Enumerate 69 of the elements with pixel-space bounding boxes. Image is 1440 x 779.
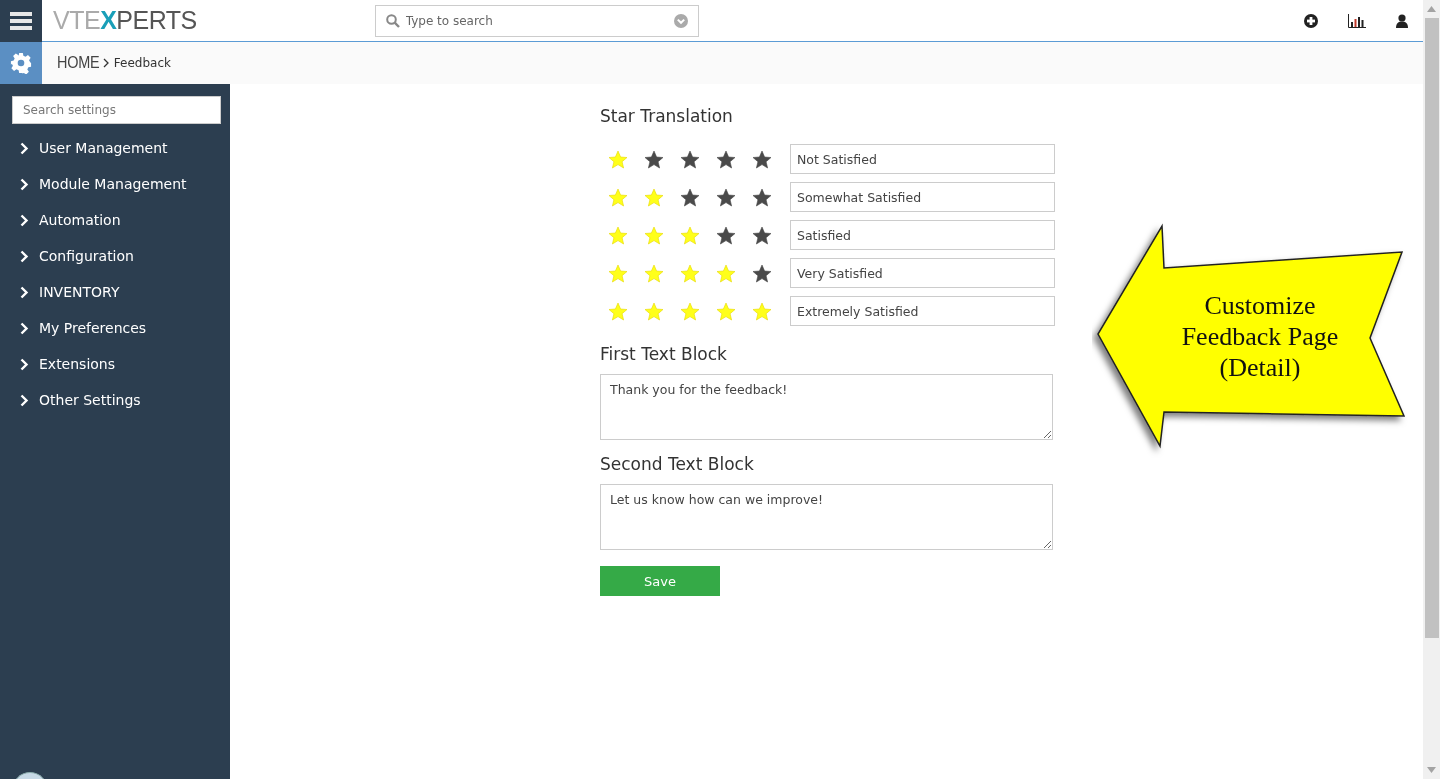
star-icon	[752, 149, 772, 169]
menu-button[interactable]	[0, 0, 42, 42]
star-icon	[644, 225, 664, 245]
star-icon	[680, 301, 700, 321]
star-icon	[716, 187, 736, 207]
text-field[interactable]: Satisfied	[790, 220, 1055, 250]
chevron-icon	[20, 357, 29, 371]
user-icon[interactable]	[1396, 13, 1408, 28]
chevron-icon	[20, 285, 29, 299]
chevron-icon	[20, 393, 29, 407]
callout-text: Customize Feedback Page (Detail)	[1180, 290, 1340, 383]
logo[interactable]: VTEXPERTS	[53, 8, 197, 33]
star-icon	[680, 149, 700, 169]
sidebar-item[interactable]: Configuration	[0, 238, 230, 274]
search-icon	[385, 13, 400, 28]
chevron-icon	[102, 58, 110, 68]
star-icon	[752, 225, 772, 245]
add-icon[interactable]	[1304, 13, 1318, 28]
star-icon	[680, 263, 700, 283]
chevron-icon	[20, 141, 29, 155]
chevron-icon	[20, 213, 29, 227]
dropdown-icon[interactable]	[673, 13, 688, 28]
scroll-up-icon[interactable]	[1427, 6, 1436, 12]
star-icon	[680, 187, 700, 207]
star-icon	[608, 187, 628, 207]
section-title: First Text Block	[600, 344, 728, 364]
star-icon	[608, 149, 628, 169]
search-field[interactable]: Search settings	[12, 96, 221, 124]
text-area[interactable]: Thank you for the feedback!	[600, 374, 1053, 440]
section-title: Second Text Block	[600, 454, 755, 474]
star-icon	[644, 149, 664, 169]
star-icon	[680, 225, 700, 245]
search-box[interactable]: Type to search	[374, 4, 699, 37]
star-icon	[644, 187, 664, 207]
text-field[interactable]: Not Satisfied	[790, 144, 1055, 174]
star-icon	[644, 301, 664, 321]
breadcrumb-current: Feedback	[113, 56, 171, 70]
star-icon	[716, 263, 736, 283]
sidebar-item[interactable]: Extensions	[0, 346, 230, 382]
star-icon	[716, 301, 736, 321]
star-icon	[644, 263, 664, 283]
bar-chart-icon[interactable]	[1348, 13, 1366, 28]
text-field[interactable]: Somewhat Satisfied	[790, 182, 1055, 212]
chevron-icon	[20, 249, 29, 263]
sidebar-item[interactable]: Other Settings	[0, 382, 230, 418]
settings-tile[interactable]	[0, 42, 42, 84]
sidebar-item[interactable]: Automation	[0, 202, 230, 238]
sidebar-item[interactable]: Module Management	[0, 166, 230, 202]
star-icon	[752, 263, 772, 283]
sidebar-item[interactable]: INVENTORY	[0, 274, 230, 310]
chevron-icon	[20, 321, 29, 335]
star-icon	[716, 225, 736, 245]
section-title: Star Translation	[600, 106, 734, 126]
sidebar-item[interactable]: My Preferences	[0, 310, 230, 346]
menu-icon	[10, 11, 32, 30]
text-field[interactable]: Very Satisfied	[790, 258, 1055, 288]
star-icon	[608, 301, 628, 321]
chevron-icon	[20, 177, 29, 191]
breadcrumb-link[interactable]: HOME	[57, 53, 100, 73]
text-area[interactable]: Let us know how can we improve!	[600, 484, 1053, 550]
scroll-down-icon[interactable]	[1427, 767, 1436, 773]
star-icon	[608, 263, 628, 283]
star-icon	[608, 225, 628, 245]
star-icon	[716, 149, 736, 169]
star-icon	[752, 187, 772, 207]
settings-icon	[10, 52, 32, 74]
text-field[interactable]: Extremely Satisfied	[790, 296, 1055, 326]
star-icon	[752, 301, 772, 321]
sidebar-item[interactable]: User Management	[0, 130, 230, 166]
